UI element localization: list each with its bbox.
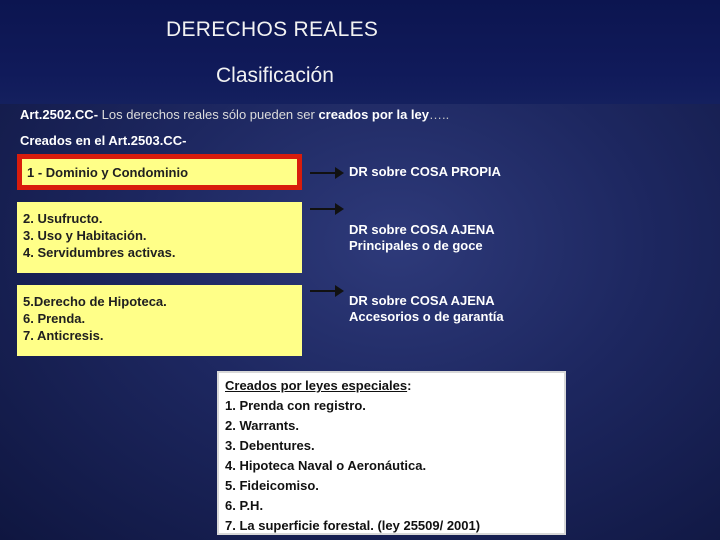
dr-line: DR sobre COSA AJENA: [349, 222, 495, 237]
dr-line: Accesorios o de garantía: [349, 309, 504, 324]
header-band: DERECHOS REALES Clasificación: [0, 0, 720, 104]
dr-cosa-propia: DR sobre COSA PROPIA: [349, 164, 501, 180]
dominio-item: 1 - Dominio y Condominio: [27, 165, 189, 180]
dr-line: DR sobre COSA AJENA: [349, 293, 495, 308]
list-item: 2. Warrants.: [225, 418, 299, 433]
page-subtitle: Clasificación: [216, 64, 334, 87]
list-item: 3. Debentures.: [225, 438, 315, 453]
list-item: 4. Hipoteca Naval o Aeronáutica.: [225, 458, 427, 473]
article-ellipsis: …..: [429, 107, 450, 122]
list-item: 7. La superficie forestal. (ley 25509/ 2…: [225, 518, 481, 533]
created-in-label: Creados en el Art.2503.CC-: [20, 133, 187, 148]
usufructo-box: 2. Usufructo. 3. Uso y Habitación. 4. Se…: [17, 202, 302, 273]
list-item: 6. P.H.: [225, 498, 264, 513]
list-item: 4. Servidumbres activas.: [23, 245, 176, 260]
article-statement: Art.2502.CC- Los derechos reales sólo pu…: [20, 107, 449, 122]
arrow-right-icon: [310, 285, 344, 297]
dr-line: Principales o de goce: [349, 238, 483, 253]
list-item: 1. Prenda con registro.: [225, 398, 366, 413]
list-item: 6. Prenda.: [23, 311, 86, 326]
dr-line: DR sobre COSA PROPIA: [349, 164, 501, 179]
arrow-right-icon: [310, 167, 344, 179]
page-title: DERECHOS REALES: [166, 18, 379, 41]
article-text: Los derechos reales sólo pueden ser: [98, 107, 319, 122]
special-heading-text: Creados por leyes especiales: [225, 378, 408, 393]
list-item: 7. Anticresis.: [23, 328, 104, 343]
dr-cosa-ajena-garantia: DR sobre COSA AJENA Accesorios o de gara…: [349, 293, 504, 325]
article-reference: Art.2502.CC-: [20, 107, 99, 122]
special-laws-box: Creados por leyes especiales: 1. Prenda …: [217, 371, 566, 535]
list-item: 5. Fideicomiso.: [225, 478, 319, 493]
list-item: 2. Usufructo.: [23, 211, 103, 226]
hipoteca-box: 5.Derecho de Hipoteca. 6. Prenda. 7. Ant…: [17, 285, 302, 356]
dr-cosa-ajena-goce: DR sobre COSA AJENA Principales o de goc…: [349, 222, 495, 254]
special-heading: Creados por leyes especiales:: [225, 376, 558, 396]
article-emphasis: creados por la ley: [318, 107, 430, 122]
list-item: 5.Derecho de Hipoteca.: [23, 294, 167, 309]
list-item: 3. Uso y Habitación.: [23, 228, 147, 243]
special-heading-colon: :: [407, 378, 412, 393]
arrow-right-icon: [310, 203, 344, 215]
dominio-box: 1 - Dominio y Condominio: [17, 154, 302, 190]
